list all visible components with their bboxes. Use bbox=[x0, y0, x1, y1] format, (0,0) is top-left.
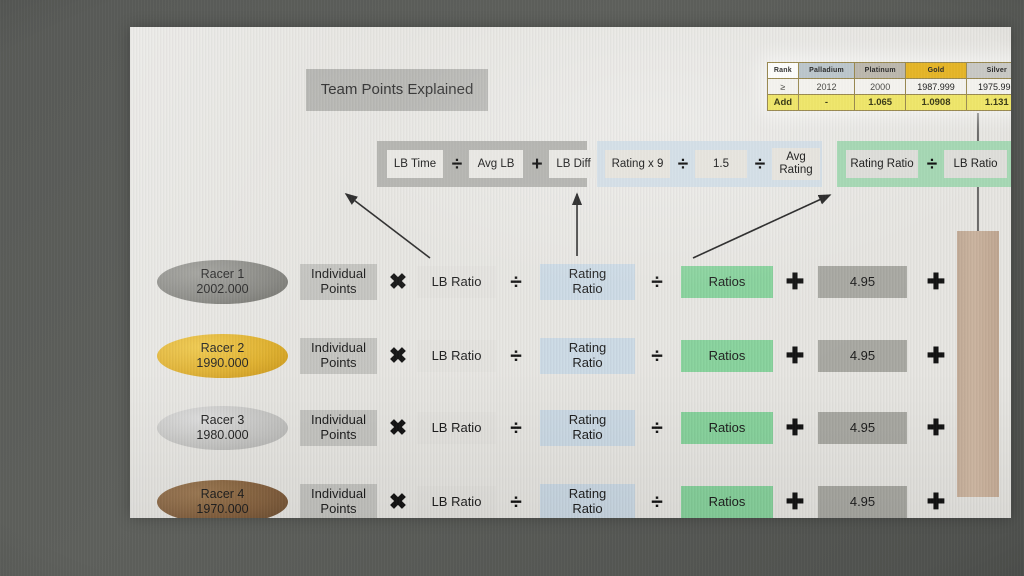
racer-pill[interactable]: Racer 1 2002.000 bbox=[157, 260, 288, 304]
chip-lb-ratio[interactable]: LB Ratio bbox=[417, 340, 496, 372]
racer-name: Racer 4 bbox=[200, 487, 245, 502]
arrow-lb-ratio bbox=[344, 193, 431, 259]
operator-divide-icon: ÷ bbox=[451, 153, 463, 175]
racer-pill[interactable]: Racer 3 1980.000 bbox=[157, 406, 288, 450]
operator-divide-icon: ÷ bbox=[651, 270, 663, 294]
chip-lb-ratio[interactable]: LB Ratio bbox=[417, 486, 496, 518]
racer-score: 1990.000 bbox=[196, 356, 249, 370]
operator-plus-icon: ✚ bbox=[785, 343, 805, 368]
operator-divide-icon: ÷ bbox=[651, 490, 663, 514]
racer-name: Racer 1 bbox=[200, 267, 245, 282]
formula-lb-ratio: LB Time ÷ Avg LB + LB Diff bbox=[377, 141, 598, 187]
operator-divide-icon: ÷ bbox=[651, 344, 663, 368]
team-total-column bbox=[957, 231, 999, 497]
operator-plus-icon: ✚ bbox=[785, 489, 805, 514]
racer-row: Racer 2 1990.000 Individual Points ✖ LB R… bbox=[130, 334, 1011, 380]
operator-plus-icon: ✚ bbox=[785, 269, 805, 294]
arrow-ratios bbox=[692, 194, 832, 259]
formula-term-avg-lb: Avg LB bbox=[469, 150, 523, 178]
table-header-palladium: Palladium bbox=[797, 62, 856, 79]
racer-pill[interactable]: Racer 2 1990.000 bbox=[157, 334, 288, 378]
chip-constant[interactable]: 4.95 bbox=[818, 412, 907, 444]
formula-term-rating-ratio: Rating Ratio bbox=[846, 150, 918, 178]
operator-multiply-icon: ✖ bbox=[388, 489, 408, 514]
chip-individual-points[interactable]: Individual Points bbox=[300, 338, 377, 374]
operator-plus-icon: ✚ bbox=[926, 269, 946, 294]
operator-plus-icon: ✚ bbox=[926, 415, 946, 440]
racer-score: 1970.000 bbox=[196, 502, 249, 516]
table-header-row: Rank Palladium Platinum Gold Silver Bron… bbox=[767, 62, 1011, 79]
table-header-silver: Silver bbox=[965, 62, 1011, 79]
racer-score: 1980.000 bbox=[196, 428, 249, 442]
slide-panel: Team Points Explained Rank Palladium Pla… bbox=[130, 27, 1011, 518]
cell-add-palladium: - bbox=[797, 94, 856, 111]
formula-rating-ratio: Rating x 9 ÷ 1.5 ÷ Avg Rating bbox=[597, 141, 822, 187]
chip-rating-ratio[interactable]: Rating Ratio bbox=[540, 410, 635, 446]
cell-silver: 1975.998 bbox=[965, 78, 1011, 95]
chip-lb-ratio[interactable]: LB Ratio bbox=[417, 412, 496, 444]
operator-plus-icon: ✚ bbox=[926, 343, 946, 368]
operator-divide-icon: ÷ bbox=[510, 490, 522, 514]
cell-add-gold: 1.0908 bbox=[905, 94, 967, 111]
operator-divide-icon: ÷ bbox=[926, 153, 938, 175]
cell-platinum: 2000 bbox=[854, 78, 907, 95]
formula-term-constant-15: 1.5 bbox=[695, 150, 747, 178]
chip-rating-ratio[interactable]: Rating Ratio bbox=[540, 264, 635, 300]
racer-row: Racer 3 1980.000 Individual Points ✖ LB R… bbox=[130, 406, 1011, 452]
table-row: Add - 1.065 1.0908 1.131 1.173 1.1886 bbox=[767, 94, 1011, 111]
formula-term-lb-diff: LB Diff bbox=[549, 150, 598, 178]
operator-multiply-icon: ✖ bbox=[388, 415, 408, 440]
chip-ratios[interactable]: Ratios bbox=[681, 412, 773, 444]
cell-add-label: Add bbox=[767, 94, 799, 111]
operator-divide-icon: ÷ bbox=[510, 270, 522, 294]
chip-ratios[interactable]: Ratios bbox=[681, 486, 773, 518]
operator-multiply-icon: ✖ bbox=[388, 343, 408, 368]
cell-gold: 1987.999 bbox=[905, 78, 967, 95]
operator-divide-icon: ÷ bbox=[754, 153, 766, 175]
operator-divide-icon: ÷ bbox=[510, 416, 522, 440]
operator-plus-icon: ✚ bbox=[926, 489, 946, 514]
operator-plus-icon: + bbox=[531, 153, 543, 175]
cell-add-platinum: 1.065 bbox=[854, 94, 907, 111]
chip-individual-points[interactable]: Individual Points bbox=[300, 410, 377, 446]
racer-row: Racer 1 2002.000 Individual Points ✖ LB R… bbox=[130, 260, 1011, 306]
chip-ratios[interactable]: Ratios bbox=[681, 340, 773, 372]
racer-name: Racer 3 bbox=[200, 413, 245, 428]
chip-rating-ratio[interactable]: Rating Ratio bbox=[540, 338, 635, 374]
operator-divide-icon: ÷ bbox=[651, 416, 663, 440]
chip-individual-points[interactable]: Individual Points bbox=[300, 484, 377, 518]
table-row: ≥ 2012 2000 1987.999 1975.998 1963.997 0 bbox=[767, 78, 1011, 95]
chip-constant[interactable]: 4.95 bbox=[818, 340, 907, 372]
table-header-platinum: Platinum bbox=[854, 62, 907, 79]
table-header-gold: Gold bbox=[905, 62, 967, 79]
chip-constant[interactable]: 4.95 bbox=[818, 486, 907, 518]
table-header-rank: Rank bbox=[767, 62, 799, 79]
racer-name: Racer 2 bbox=[200, 341, 245, 356]
formula-term-lb-time: LB Time bbox=[387, 150, 443, 178]
chip-ratios[interactable]: Ratios bbox=[681, 266, 773, 298]
formula-ratios: Rating Ratio ÷ LB Ratio 0.0008 bbox=[837, 141, 1011, 187]
operator-divide-icon: ÷ bbox=[510, 344, 522, 368]
chip-rating-ratio[interactable]: Rating Ratio bbox=[540, 484, 635, 518]
chip-lb-ratio[interactable]: LB Ratio bbox=[417, 266, 496, 298]
page-title: Team Points Explained bbox=[306, 69, 488, 111]
chip-individual-points[interactable]: Individual Points bbox=[300, 264, 377, 300]
racer-row: Racer 4 1970.000 Individual Points ✖ LB R… bbox=[130, 480, 1011, 518]
formula-term-rating-x9: Rating x 9 bbox=[605, 150, 670, 178]
formula-term-avg-rating: Avg Rating bbox=[772, 148, 820, 180]
chip-constant[interactable]: 4.95 bbox=[818, 266, 907, 298]
cell-palladium: 2012 bbox=[797, 78, 856, 95]
cell-rank-operator: ≥ bbox=[767, 78, 799, 95]
operator-divide-icon: ÷ bbox=[677, 153, 689, 175]
cell-add-silver: 1.131 bbox=[965, 94, 1011, 111]
operator-multiply-icon: ✖ bbox=[388, 269, 408, 294]
racer-score: 2002.000 bbox=[196, 282, 249, 296]
formula-term-lb-ratio: LB Ratio bbox=[944, 150, 1007, 178]
rank-threshold-table: Rank Palladium Platinum Gold Silver Bron… bbox=[767, 62, 1011, 111]
racer-pill[interactable]: Racer 4 1970.000 bbox=[157, 480, 288, 518]
operator-plus-icon: ✚ bbox=[785, 415, 805, 440]
